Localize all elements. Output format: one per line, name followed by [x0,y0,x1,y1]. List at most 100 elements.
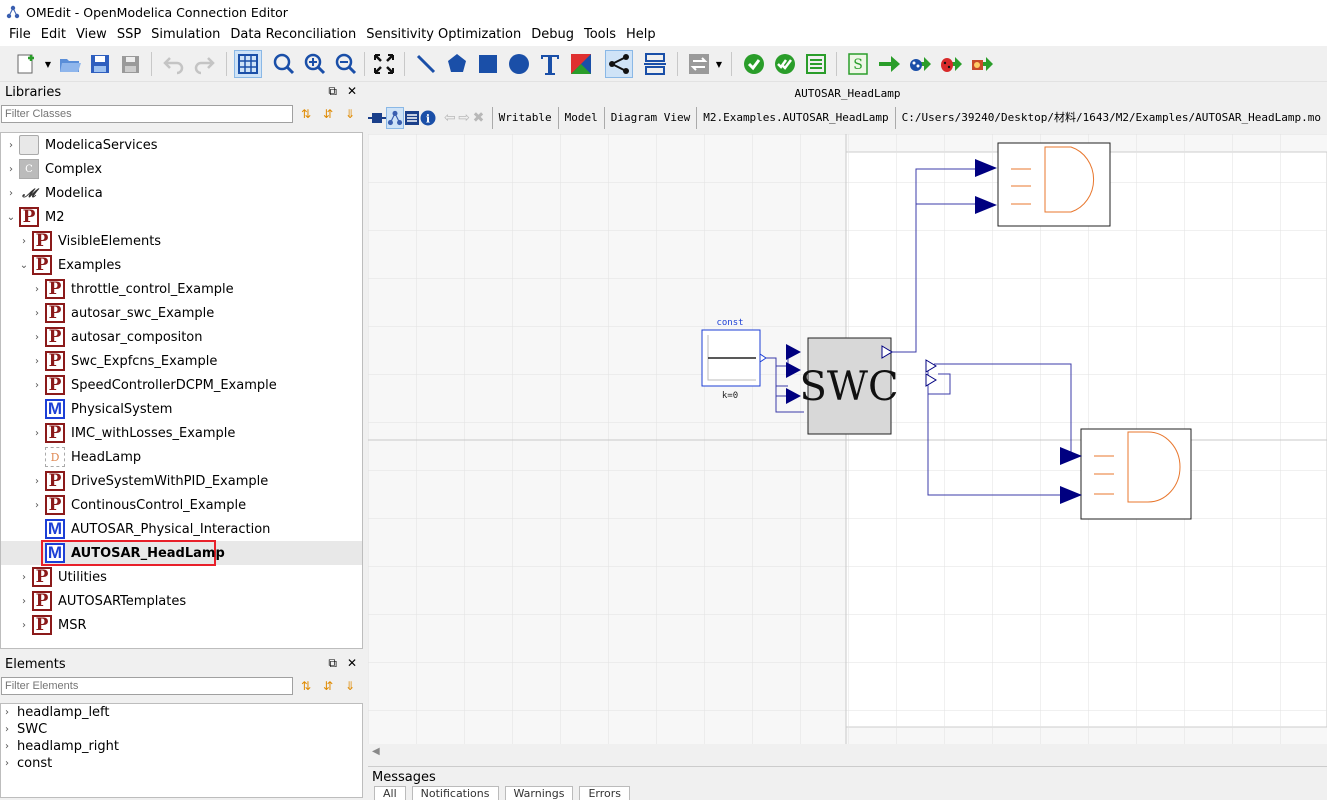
new-dropdown-button[interactable]: ▼ [42,50,54,78]
grid-toggle-button[interactable] [234,50,262,78]
filter-elements-input[interactable] [1,677,293,695]
swc-block[interactable]: SWC [799,337,899,435]
ellipse-tool-button[interactable] [505,50,533,78]
text-view-button[interactable] [404,107,420,129]
connect-mode-button[interactable] [605,50,633,78]
check-all-models-button[interactable] [771,50,799,78]
transition-mode-button[interactable] [641,50,669,78]
swap-button[interactable] [685,50,713,78]
diagram-view-button[interactable] [386,107,404,129]
element-item-headlamp-left[interactable]: › headlamp_left [1,704,362,721]
chevron-right-icon[interactable]: › [18,620,30,631]
chevron-right-icon[interactable]: › [31,500,43,511]
tree-item-swc-expfcns-example[interactable]: › P Swc_Expfcns_Example [31,349,217,373]
tree-item-utilities[interactable]: › P Utilities [18,565,107,589]
tree-item-throttle-control-example[interactable]: › Pthrottle_control_Example [31,277,234,301]
simulate-animation-button[interactable] [968,50,996,78]
redo-button[interactable] [190,50,218,78]
menu-view[interactable]: View [71,24,112,46]
icon-view-button[interactable] [368,107,386,129]
menu-file[interactable]: File [4,24,36,46]
close-model-button[interactable]: ✖ [471,107,485,129]
tree-item-speedcontrollerdcpm-example[interactable]: › P SpeedControllerDCPM_Example [31,373,277,397]
tree-item-headlamp[interactable]: D HeadLamp [31,445,141,469]
chevron-right-icon[interactable]: › [31,428,43,439]
swap-dropdown-button[interactable]: ▼ [713,50,725,78]
tree-item-autosar-physical-interaction[interactable]: M AUTOSAR_Physical_Interaction [31,517,270,541]
menu-simulation[interactable]: Simulation [146,24,225,46]
tree-item-msr[interactable]: › P MSR [18,613,87,637]
menu-ssp[interactable]: SSP [112,24,146,46]
chevron-right-icon[interactable]: › [5,164,17,175]
close-panel-icon[interactable]: ✕ [347,656,357,671]
element-item-swc[interactable]: › SWC [1,721,362,738]
menu-tools[interactable]: Tools [579,24,621,46]
chevron-right-icon[interactable]: › [31,308,43,319]
chevron-right-icon[interactable]: › [5,188,17,199]
chevron-down-icon[interactable]: ⌄ [5,212,17,223]
sort-ascending-icon[interactable]: ⇅ [297,105,315,123]
chevron-right-icon[interactable]: › [31,380,43,391]
chevron-right-icon[interactable]: › [31,284,43,295]
tree-item-modelica[interactable]: › 𝓜 Modelica [5,181,103,205]
simulate-algorithmic-debugger-button[interactable] [937,50,965,78]
close-panel-icon[interactable]: ✕ [347,84,357,99]
save-button[interactable] [86,50,114,78]
tree-item-continouscontrol-example[interactable]: › P ContinousControl_Example [31,493,246,517]
tree-item-autosartemplates[interactable]: › P AUTOSARTemplates [18,589,186,613]
chevron-right-icon[interactable]: › [5,741,17,752]
chevron-right-icon[interactable]: › [31,356,43,367]
chevron-right-icon[interactable]: › [31,476,43,487]
chevron-right-icon[interactable]: › [5,724,17,735]
tree-item-modelicaservices[interactable]: › ModelicaServices [5,133,158,157]
menu-sensitivity-optimization[interactable]: Sensitivity Optimization [361,24,526,46]
headlamp-right-block[interactable] [1080,428,1192,520]
element-item-headlamp-right[interactable]: › headlamp_right [1,738,362,755]
check-model-button[interactable] [740,50,768,78]
sort-ascending-icon[interactable]: ⇅ [297,677,315,695]
chevron-down-icon[interactable]: ⌄ [18,260,30,271]
text-tool-button[interactable] [536,50,564,78]
forward-button[interactable]: ⇨ [457,107,471,129]
tree-item-autosar-headlamp[interactable]: M AUTOSAR_HeadLamp [31,541,225,565]
line-tool-button[interactable] [412,50,440,78]
zoom-reset-button[interactable] [270,50,298,78]
chevron-right-icon[interactable]: › [31,332,43,343]
rectangle-tool-button[interactable] [474,50,502,78]
chevron-right-icon[interactable]: › [5,758,17,769]
instantiate-model-button[interactable] [802,50,830,78]
tree-item-drivesystemwithpid-example[interactable]: › P DriveSystemWithPID_Example [31,469,268,493]
chevron-right-icon[interactable]: › [5,140,17,151]
new-file-button[interactable] [12,50,40,78]
tree-item-physicalsystem[interactable]: M PhysicalSystem [31,397,172,421]
diagram-canvas[interactable]: const k=0 SWC [368,134,1327,744]
element-item-const[interactable]: › const [1,755,362,772]
sort-descending-icon[interactable]: ⇵ [319,677,337,695]
simulation-setup-button[interactable]: S [844,50,872,78]
zoom-out-button[interactable] [332,50,360,78]
menu-edit[interactable]: Edit [36,24,71,46]
horizontal-scrollbar[interactable]: ◀ [368,744,1327,760]
filter-classes-input[interactable] [1,105,293,123]
sort-descending-icon[interactable]: ⇵ [319,105,337,123]
undo-button[interactable] [160,50,188,78]
scroll-to-selected-icon[interactable]: ⇓ [341,105,359,123]
tree-item-imc-withlosses-example[interactable]: › P IMC_withLosses_Example [31,421,235,445]
tree-item-m2[interactable]: ⌄ P M2 [5,205,65,229]
menu-debug[interactable]: Debug [526,24,579,46]
simulate-button[interactable] [875,50,903,78]
zoom-in-button[interactable] [301,50,329,78]
back-button[interactable]: ⇦ [443,107,457,129]
chevron-right-icon[interactable]: › [18,596,30,607]
headlamp-left-block[interactable] [997,142,1111,227]
tree-item-examples[interactable]: ⌄ P Examples [18,253,121,277]
scroll-to-selected-icon[interactable]: ⇓ [341,677,359,695]
documentation-view-button[interactable]: i [420,107,436,129]
float-panel-icon[interactable]: ⧉ [328,84,337,99]
polygon-tool-button[interactable] [443,50,471,78]
tree-item-visibleelements[interactable]: › P VisibleElements [18,229,161,253]
save-all-button[interactable] [116,50,144,78]
menu-data-reconciliation[interactable]: Data Reconciliation [225,24,361,46]
bitmap-tool-button[interactable] [567,50,595,78]
tree-item-autosar-swc-example[interactable]: › Pautosar_swc_Example [31,301,214,325]
